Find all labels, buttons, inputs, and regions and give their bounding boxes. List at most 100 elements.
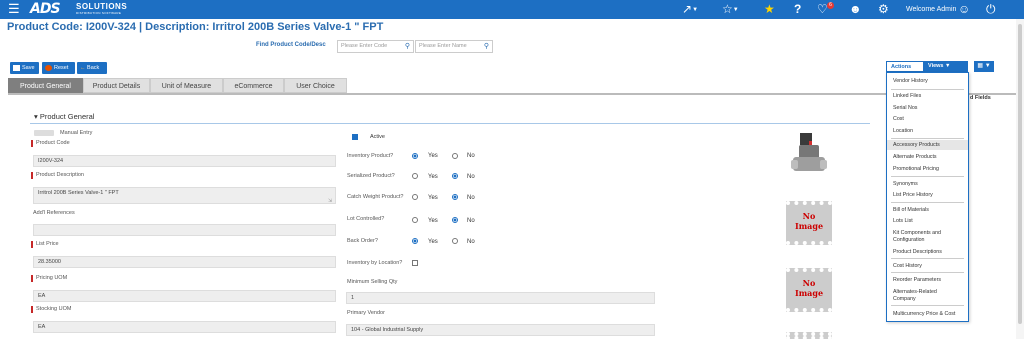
yes-label: Yes xyxy=(428,195,438,201)
menu-item-linked-files[interactable]: Linked Files xyxy=(887,93,968,99)
tab-user-choice[interactable]: User Choice xyxy=(284,78,347,93)
no-image-text: No xyxy=(802,278,816,288)
product-code-search-input[interactable]: Please Enter Code ⚲ xyxy=(337,40,414,53)
no-image-text: No xyxy=(802,211,816,221)
menu-item-serial-nos[interactable]: Serial Nos xyxy=(887,105,968,111)
back-label: Back xyxy=(87,65,100,71)
pricing-uom-field[interactable]: EA xyxy=(33,290,336,302)
lot-controlled-yes-radio[interactable] xyxy=(412,217,418,223)
product-name-search-input[interactable]: Please Enter Name ⚲ xyxy=(415,40,493,53)
inventory-by-location-checkbox[interactable] xyxy=(412,260,418,266)
chevron-down-icon: ▾ xyxy=(34,112,38,121)
menu-item-cost-history[interactable]: Cost History xyxy=(887,263,968,269)
section-divider xyxy=(30,123,870,124)
lot-controlled-label: Lot Controlled? xyxy=(347,216,385,222)
actions-tab[interactable]: Actions xyxy=(886,61,924,72)
tab-unit-of-measure[interactable]: Unit of Measure xyxy=(150,78,223,93)
no-image-placeholder xyxy=(786,332,832,339)
add-refs-label: Add'l References xyxy=(33,210,75,216)
users-icon[interactable]: ☻ xyxy=(849,2,862,16)
menu-item-list-price-history[interactable]: List Price History xyxy=(887,192,968,198)
no-image-placeholder: No Image xyxy=(786,268,832,312)
menu-item-company[interactable]: Company xyxy=(887,296,968,302)
menu-divider xyxy=(891,202,964,203)
product-code-field[interactable]: I200V-324 xyxy=(33,155,336,167)
search-icon[interactable]: ⚲ xyxy=(405,41,410,52)
menu-item-product-descriptions[interactable]: Product Descriptions xyxy=(887,249,968,255)
section-header[interactable]: ▾ Product General xyxy=(34,112,94,121)
manual-entry-toggle[interactable] xyxy=(34,130,54,136)
hamburger-menu-icon[interactable]: ☰ xyxy=(8,2,20,15)
menu-item-alternate-products[interactable]: Alternate Products xyxy=(887,154,968,160)
back-order-no-radio[interactable] xyxy=(452,238,458,244)
back-button[interactable]: ← Back xyxy=(77,62,107,74)
reset-icon xyxy=(45,64,52,71)
menu-divider xyxy=(891,176,964,177)
stocking-uom-field[interactable]: EA xyxy=(33,321,336,333)
menu-item-reorder-parameters[interactable]: Reorder Parameters xyxy=(887,277,968,283)
page-title: Product Code: I200V-324 | Description: I… xyxy=(7,21,384,33)
save-label: Save xyxy=(22,65,35,71)
menu-item-configuration[interactable]: Configuration xyxy=(887,237,968,243)
gear-icon[interactable]: ⚙ xyxy=(878,2,889,16)
menu-item-location[interactable]: Location xyxy=(887,128,968,134)
menu-item-kit-components[interactable]: Kit Components and xyxy=(887,230,968,236)
reset-button[interactable]: Reset xyxy=(42,62,75,74)
description-field[interactable]: Irritrol 200B Series Valve-1 " FPT xyxy=(33,187,336,204)
views-label: Views xyxy=(928,63,944,69)
help-icon[interactable]: ? xyxy=(794,2,801,16)
list-price-field[interactable]: 28.35000 xyxy=(33,256,336,268)
chevron-down-icon: ▼ xyxy=(945,63,951,69)
tab-product-details[interactable]: Product Details xyxy=(83,78,150,93)
menu-item-accessory-products[interactable]: Accessory Products xyxy=(887,140,968,150)
list-price-label: List Price xyxy=(31,241,59,248)
primary-vendor-field[interactable]: 104 - Global Industrial Supply xyxy=(346,324,655,336)
menu-item-multicurrency[interactable]: Multicurrency Price & Cost xyxy=(887,311,968,317)
share-icon[interactable]: ↗▼ xyxy=(682,2,698,17)
inventory-yes-radio[interactable] xyxy=(412,153,418,159)
active-checkbox[interactable] xyxy=(352,134,358,140)
grid-options-button[interactable]: ▦ ▼ xyxy=(974,61,994,72)
menu-item-synonyms[interactable]: Synonyms xyxy=(887,181,968,187)
star-icon[interactable]: ★ xyxy=(764,2,775,16)
no-label: No xyxy=(467,174,475,180)
power-icon[interactable]: ⏻ xyxy=(986,2,996,16)
product-code-label: Product Code xyxy=(31,140,70,147)
add-refs-field[interactable] xyxy=(33,224,336,236)
menu-item-promotional-pricing[interactable]: Promotional Pricing xyxy=(887,166,968,172)
active-label: Active xyxy=(370,134,385,140)
catch-weight-yes-radio[interactable] xyxy=(412,194,418,200)
views-tab[interactable]: Views ▼ xyxy=(924,61,968,72)
serialized-yes-radio[interactable] xyxy=(412,173,418,179)
tab-product-general[interactable]: Product General xyxy=(8,78,83,93)
serialized-product-label: Serialized Product? xyxy=(347,173,395,179)
menu-item-cost[interactable]: Cost xyxy=(887,116,968,122)
catch-weight-no-radio[interactable] xyxy=(452,194,458,200)
menu-divider xyxy=(891,89,964,90)
inventory-product-label: Inventory Product? xyxy=(347,153,394,159)
view-fields-label: d Fields xyxy=(970,95,991,101)
inventory-no-radio[interactable] xyxy=(452,153,458,159)
user-icon[interactable]: ☺ xyxy=(958,2,970,16)
menu-item-lots-list[interactable]: Lots List xyxy=(887,218,968,224)
tab-ecommerce[interactable]: eCommerce xyxy=(223,78,284,93)
menu-item-vendor-history[interactable]: Vendor History xyxy=(887,78,968,84)
lot-controlled-no-radio[interactable] xyxy=(452,217,458,223)
no-label: No xyxy=(467,239,475,245)
scrollbar-thumb[interactable] xyxy=(1018,24,1022,324)
resize-handle-icon[interactable]: ⇲ xyxy=(328,198,332,204)
menu-item-alternates-related[interactable]: Alternates-Related xyxy=(887,289,968,295)
back-order-label: Back Order? xyxy=(347,238,378,244)
back-order-yes-radio[interactable] xyxy=(412,238,418,244)
serialized-no-radio[interactable] xyxy=(452,173,458,179)
min-qty-field[interactable]: 1 xyxy=(346,292,655,304)
menu-item-bill-of-materials[interactable]: Bill of Materials xyxy=(887,207,968,213)
save-button[interactable]: Save xyxy=(10,62,39,74)
star-outline-icon[interactable]: ☆▼ xyxy=(722,2,739,17)
logo-sub: SOLUTIONS xyxy=(76,2,128,11)
yes-label: Yes xyxy=(428,218,438,224)
search-icon[interactable]: ⚲ xyxy=(484,41,489,52)
grid-icon: ▦ xyxy=(977,63,984,69)
product-image[interactable] xyxy=(791,131,827,179)
yes-label: Yes xyxy=(428,153,438,159)
